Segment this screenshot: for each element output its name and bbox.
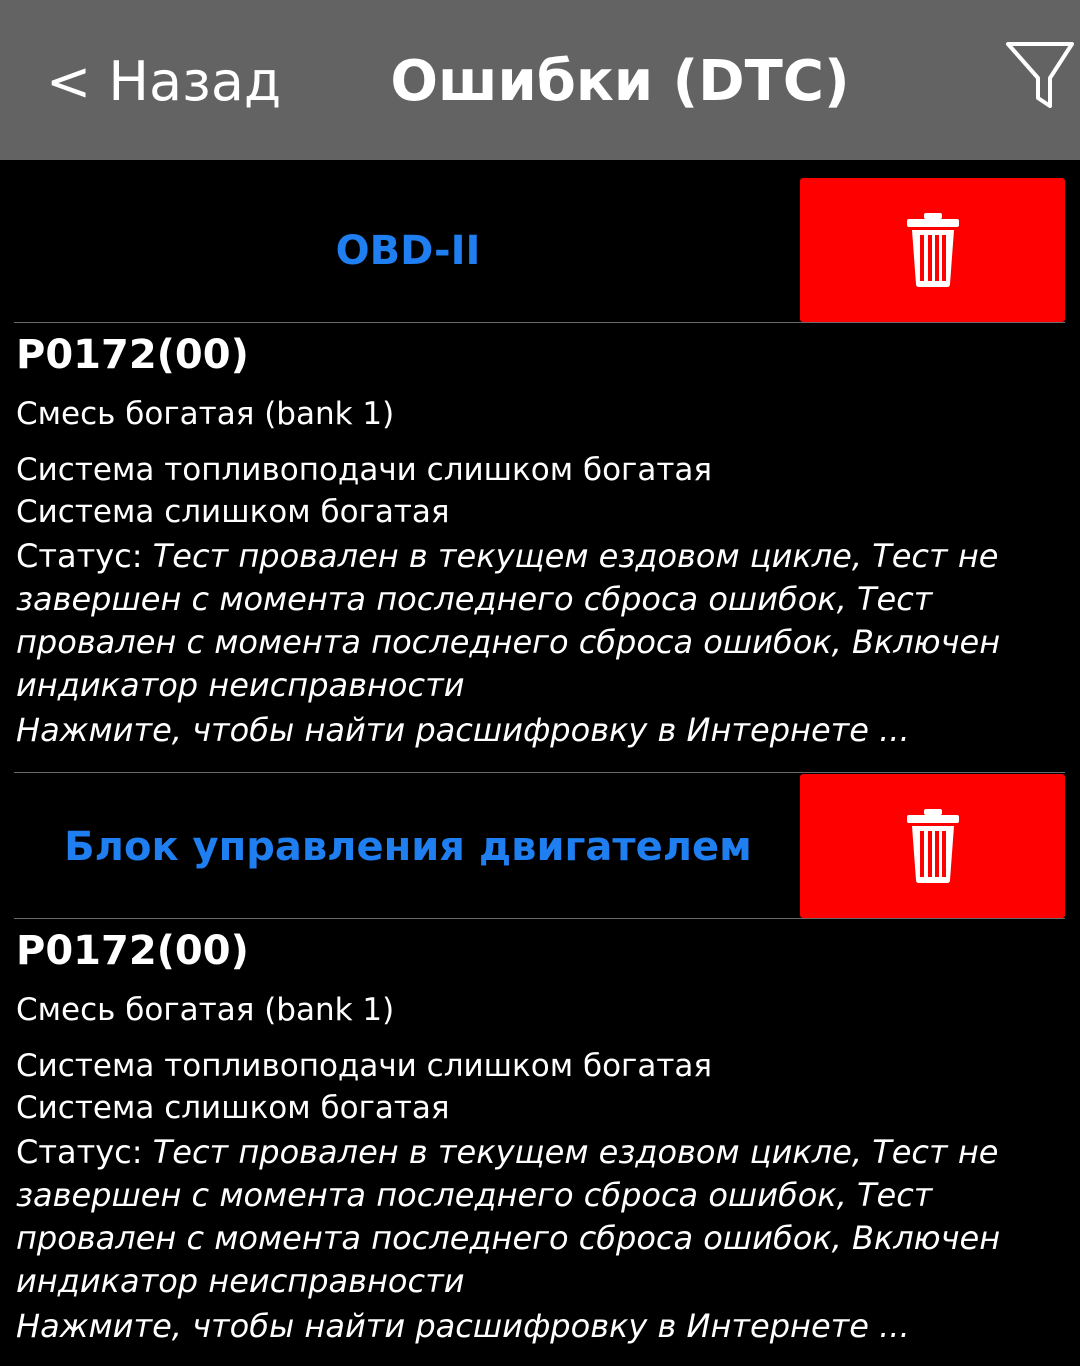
module-section-obd: OBD-II (0, 178, 1080, 323)
dtc-detail-line: Система топливоподачи слишком богатая (16, 1048, 713, 1084)
page-title: Ошибки (DTC) (390, 48, 850, 114)
status-value: Тест провален в текущем ездовом цикле, Т… (152, 537, 999, 575)
back-button-label: < Назад (46, 49, 282, 113)
dtc-entry[interactable]: P0172(00) Смесь богатая (bank 1) Система… (16, 919, 1066, 1349)
dtc-code: P0172(00) (16, 928, 249, 974)
dtc-detail-line: Система слишком богатая (16, 494, 450, 530)
app-screen: < Назад Ошибки (DTC) OBD-II P0172(00) См… (0, 0, 1080, 1366)
dtc-detail-line: Система слишком богатая (16, 1090, 450, 1126)
module-title[interactable]: OBD-II (0, 178, 816, 323)
dtc-detail: Система топливоподачи слишком богатая Си… (16, 1045, 1066, 1129)
filter-button[interactable] (1000, 36, 1080, 116)
module-header: OBD-II (0, 178, 1080, 323)
status-value: индикатор неисправности (16, 1262, 465, 1300)
delete-button[interactable] (800, 774, 1065, 918)
status-value: провален с момента последнего сброса оши… (16, 623, 1001, 661)
back-button[interactable]: < Назад (46, 44, 281, 118)
status-value: индикатор неисправности (16, 666, 465, 704)
delete-button[interactable] (800, 178, 1065, 322)
search-online-link[interactable]: Нажмите, чтобы найти расшифровку в Интер… (16, 1303, 1066, 1349)
dtc-description: Смесь богатая (bank 1) (16, 396, 395, 432)
module-section-engine: Блок управления двигателем (0, 774, 1080, 919)
dtc-description: Смесь богатая (bank 1) (16, 992, 395, 1028)
dtc-status: Статус: Тест провален в текущем ездовом … (16, 1131, 1066, 1303)
status-value: провален с момента последнего сброса оши… (16, 1219, 1001, 1257)
divider (14, 772, 1065, 773)
dtc-entry[interactable]: P0172(00) Смесь богатая (bank 1) Система… (16, 323, 1066, 753)
dtc-detail: Система топливоподачи слишком богатая Си… (16, 449, 1066, 533)
status-value: завершен с момента последнего сброса оши… (16, 580, 933, 618)
module-header: Блок управления двигателем (0, 774, 1080, 919)
status-label: Статус: (16, 1133, 143, 1171)
status-value: завершен с момента последнего сброса оши… (16, 1176, 933, 1214)
dtc-status: Статус: Тест провален в текущем ездовом … (16, 535, 1066, 707)
search-online-link[interactable]: Нажмите, чтобы найти расшифровку в Интер… (16, 707, 1066, 753)
top-bar: < Назад Ошибки (DTC) (0, 0, 1080, 160)
module-title[interactable]: Блок управления двигателем (0, 774, 816, 919)
dtc-detail-line: Система топливоподачи слишком богатая (16, 452, 713, 488)
funnel-filter-icon (1006, 42, 1074, 108)
trash-icon (905, 808, 961, 884)
trash-icon (905, 212, 961, 288)
status-label: Статус: (16, 537, 143, 575)
dtc-code: P0172(00) (16, 332, 249, 378)
status-value: Тест провален в текущем ездовом цикле, Т… (152, 1133, 999, 1171)
